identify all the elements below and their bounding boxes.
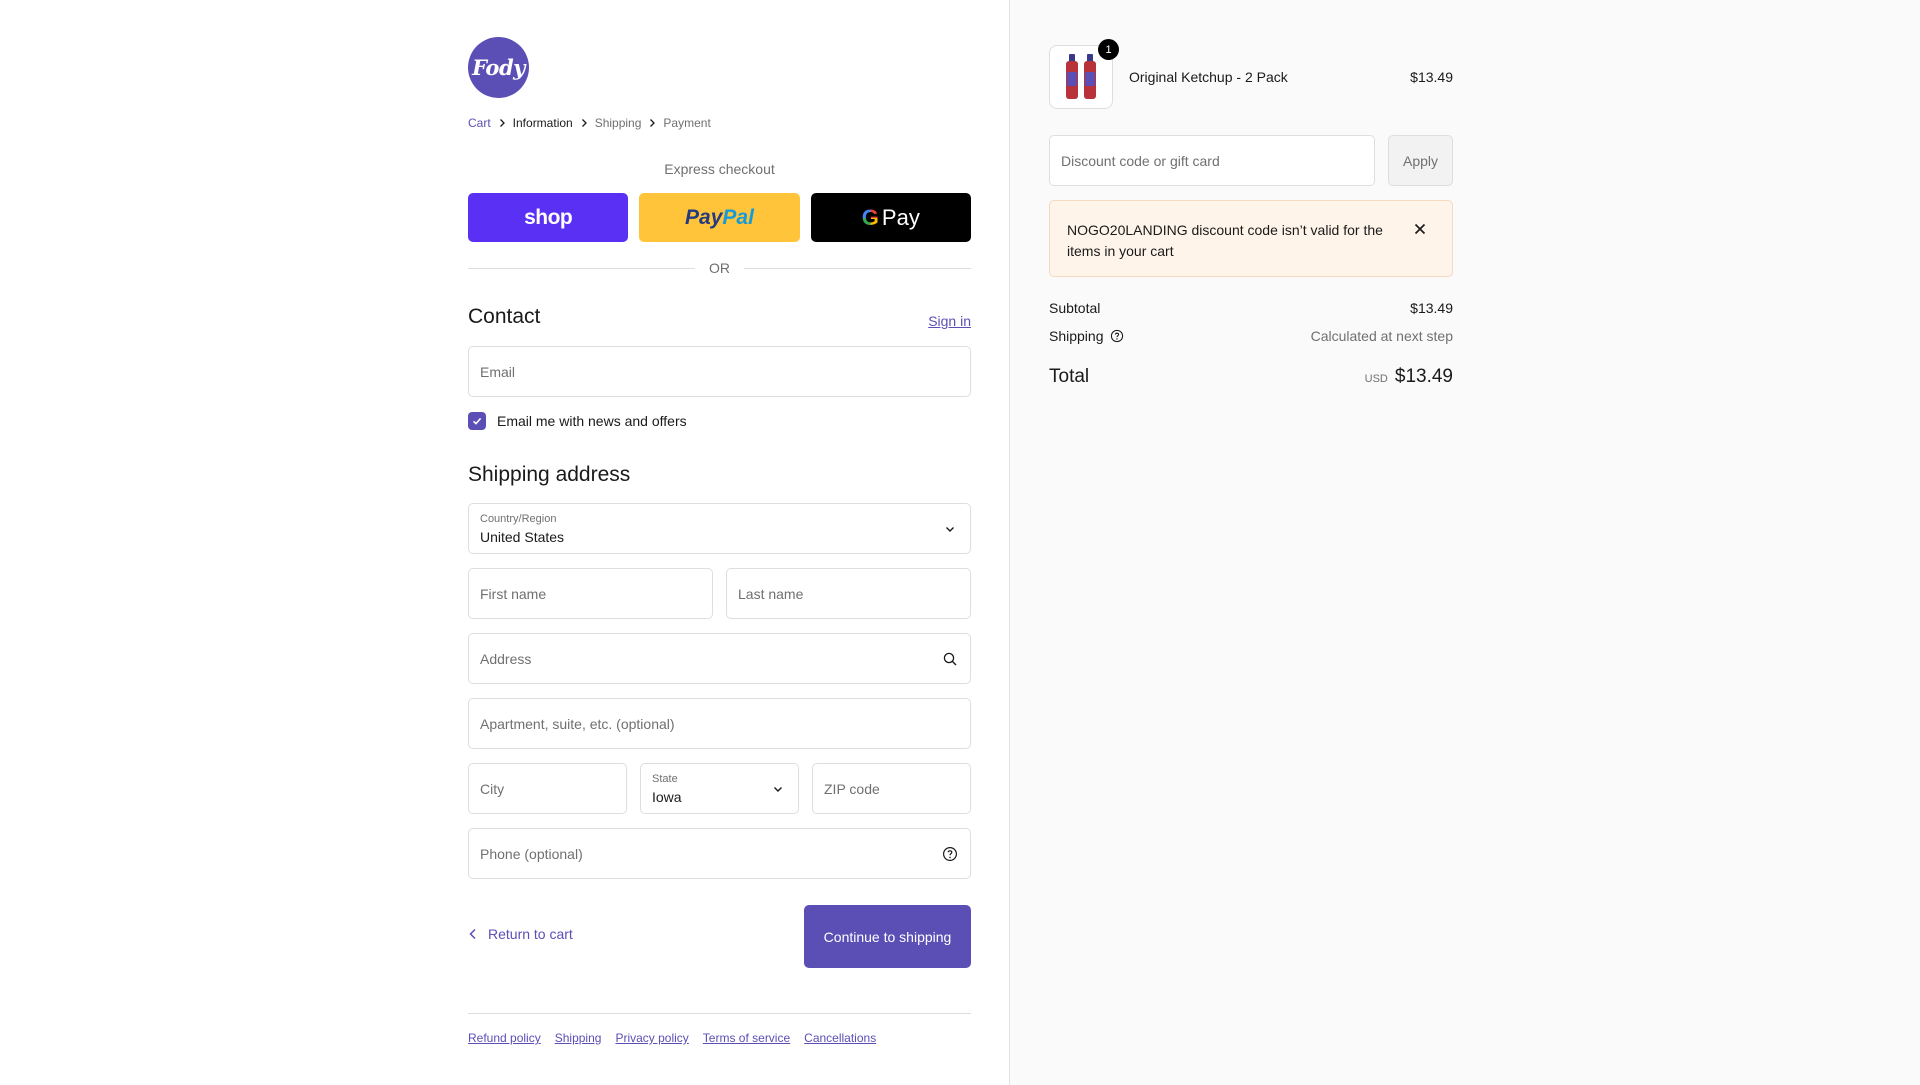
shipping-label: Shipping	[1049, 328, 1104, 344]
divider-line	[468, 267, 695, 269]
shipping-row: Shipping Calculated at next step	[1049, 328, 1453, 344]
help-circle-icon[interactable]	[1110, 329, 1124, 343]
chevron-down-icon	[774, 787, 782, 792]
product-line-item: 1 Original Ketchup - 2 Pack $13.49	[1049, 39, 1453, 109]
paypal-label-pal: Pal	[722, 205, 754, 229]
zip-code-placeholder: ZIP code	[824, 781, 880, 797]
country-label: Country/Region	[480, 513, 557, 525]
city-placeholder: City	[480, 781, 505, 797]
shipping-address-heading: Shipping address	[468, 463, 631, 486]
state-label: State	[652, 773, 678, 785]
continue-to-shipping-label: Continue to shipping	[823, 928, 952, 945]
or-divider: OR	[468, 260, 971, 276]
shipping-policy-link[interactable]: Shipping	[555, 1031, 602, 1045]
return-to-cart-label: Return to cart	[488, 926, 573, 942]
cancellations-link[interactable]: Cancellations	[804, 1031, 876, 1045]
total-currency: USD	[1364, 373, 1388, 385]
newsletter-checkbox[interactable]	[468, 412, 486, 430]
email-placeholder: Email	[480, 364, 516, 380]
city-field[interactable]: City	[468, 763, 627, 814]
total-label: Total	[1049, 366, 1090, 387]
google-pay-label: Pay	[881, 204, 920, 230]
subtotal-row: Subtotal $13.49	[1049, 300, 1453, 316]
last-name-placeholder: Last name	[738, 586, 804, 602]
shop-pay-button[interactable]: shop	[468, 193, 629, 242]
continue-to-shipping-button[interactable]: Continue to shipping	[804, 905, 971, 968]
total-amount: $13.49	[1394, 366, 1453, 387]
express-checkout-buttons: shop Pay Pal G Pay	[468, 193, 971, 242]
country-value: United States	[480, 529, 565, 545]
terms-of-service-link[interactable]: Terms of service	[703, 1031, 790, 1045]
express-checkout-title: Express checkout	[664, 161, 775, 177]
checkout-form-panel: Fody Cart Information Shipping Payment E…	[0, 0, 1009, 1085]
paypal-label-pay: Pay	[685, 205, 723, 229]
logo-text: Fody	[472, 55, 525, 80]
breadcrumb-payment: Payment	[663, 116, 711, 130]
shipping-label-group: Shipping	[1049, 328, 1124, 344]
privacy-policy-link[interactable]: Privacy policy	[615, 1031, 688, 1045]
apartment-field[interactable]: Apartment, suite, etc. (optional)	[468, 698, 971, 749]
product-price: $13.49	[1410, 69, 1453, 85]
discount-error-message: NOGO20LANDING discount code isn’t valid …	[1067, 222, 1383, 259]
breadcrumb-information: Information	[512, 116, 573, 130]
breadcrumb-shipping: Shipping	[594, 116, 642, 130]
chevron-right-icon	[641, 118, 663, 128]
product-thumbnail: 1	[1049, 39, 1119, 109]
first-name-field[interactable]: First name	[468, 568, 713, 619]
total-row: Total USD $13.49	[1049, 366, 1453, 388]
phone-field[interactable]: Phone (optional)	[468, 828, 971, 879]
chevron-left-icon	[469, 928, 476, 940]
chevron-right-icon	[491, 118, 513, 128]
search-icon	[943, 652, 957, 666]
discount-code-field[interactable]: Discount code or gift card	[1049, 135, 1375, 186]
subtotal-label: Subtotal	[1049, 300, 1101, 316]
product-name: Original Ketchup - 2 Pack	[1129, 69, 1288, 85]
first-name-placeholder: First name	[480, 586, 547, 602]
last-name-field[interactable]: Last name	[726, 568, 971, 619]
breadcrumb-cart[interactable]: Cart	[468, 116, 491, 130]
sign-in-link[interactable]: Sign in	[928, 313, 971, 329]
order-summary-panel: 1 Original Ketchup - 2 Pack $13.49 Disco…	[1009, 0, 1920, 1085]
contact-heading: Contact	[468, 305, 541, 328]
ketchup-bottles-image	[1066, 54, 1096, 99]
checkmark-icon	[472, 417, 482, 425]
chevron-right-icon	[573, 118, 595, 128]
shipping-value: Calculated at next step	[1310, 328, 1453, 344]
email-field[interactable]: Email	[468, 346, 971, 397]
apartment-placeholder: Apartment, suite, etc. (optional)	[480, 716, 675, 732]
zip-code-field[interactable]: ZIP code	[812, 763, 971, 814]
or-text: OR	[709, 260, 730, 276]
policy-footer: Refund policy Shipping Privacy policy Te…	[468, 1013, 971, 1045]
google-g-icon: G	[861, 204, 879, 230]
return-to-cart-link[interactable]: Return to cart	[468, 926, 573, 942]
divider-line	[744, 267, 971, 269]
chevron-down-icon	[946, 527, 954, 532]
subtotal-value: $13.49	[1410, 300, 1453, 316]
total-value-group: USD $13.49	[1365, 366, 1453, 388]
discount-error-banner: NOGO20LANDING discount code isn’t valid …	[1049, 200, 1453, 277]
paypal-button[interactable]: Pay Pal	[639, 193, 800, 242]
quantity-badge: 1	[1098, 39, 1119, 60]
newsletter-label: Email me with news and offers	[497, 413, 687, 429]
fody-logo[interactable]: Fody	[468, 37, 529, 98]
close-icon[interactable]	[1413, 222, 1427, 236]
discount-code-placeholder: Discount code or gift card	[1061, 153, 1220, 169]
refund-policy-link[interactable]: Refund policy	[468, 1031, 541, 1045]
address-field[interactable]: Address	[468, 633, 971, 684]
google-pay-button[interactable]: G Pay	[810, 193, 971, 242]
state-value: Iowa	[652, 789, 682, 805]
state-select[interactable]: State Iowa	[640, 763, 799, 814]
apply-discount-button[interactable]: Apply	[1388, 135, 1453, 186]
shop-pay-label: shop	[524, 205, 573, 229]
country-select[interactable]: Country/Region United States	[468, 503, 971, 554]
newsletter-checkbox-row[interactable]: Email me with news and offers	[468, 412, 687, 430]
help-circle-icon[interactable]	[942, 846, 958, 862]
breadcrumb: Cart Information Shipping Payment	[468, 116, 711, 130]
address-placeholder: Address	[480, 651, 532, 667]
phone-placeholder: Phone (optional)	[480, 846, 583, 862]
apply-label: Apply	[1402, 152, 1439, 169]
